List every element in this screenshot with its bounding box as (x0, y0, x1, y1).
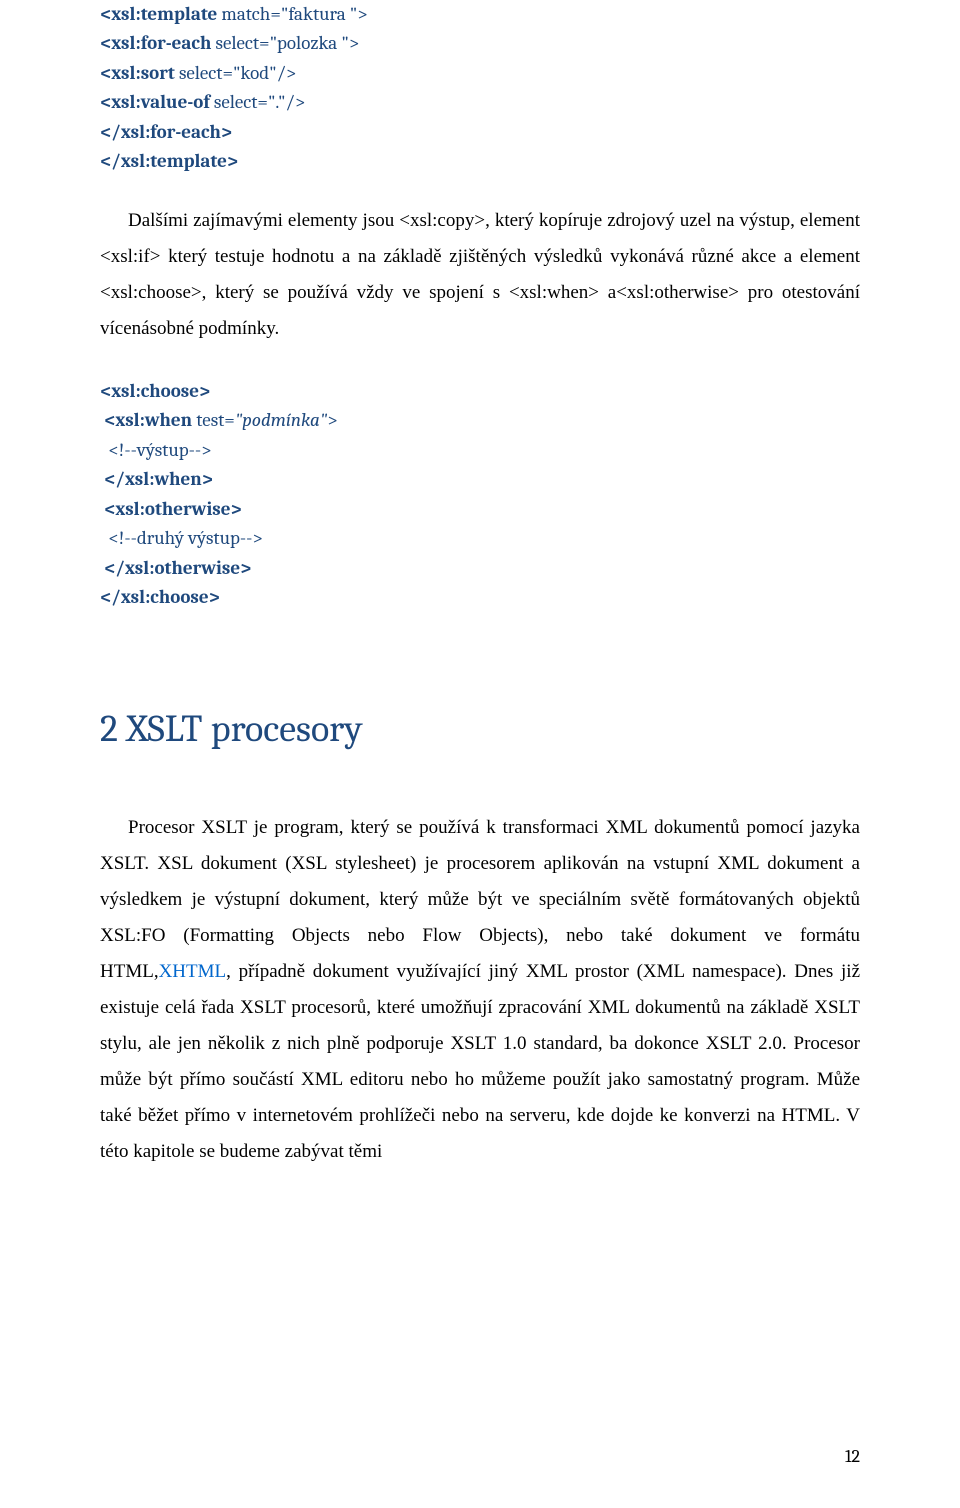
code-tag: <xsl:otherwise> (100, 498, 242, 520)
section-heading: 2 XSLT procesory (100, 701, 860, 758)
code-tag: </xsl:template> (100, 150, 238, 172)
code-attr: select="polozka "> (211, 32, 359, 54)
code-block-2: <xsl:choose> <xsl:when test="podmínka"> … (100, 377, 860, 613)
page-number: 12 (845, 1443, 860, 1470)
code-attr: select="."/> (210, 91, 306, 113)
code-attr: select="kod"/> (175, 62, 297, 84)
code-attr: test= (192, 409, 235, 431)
code-tag: <xsl:when (100, 409, 192, 431)
code-comment: <!--výstup--> (100, 439, 212, 461)
code-tag: </xsl:otherwise> (100, 557, 251, 579)
code-attr: match="faktura "> (217, 3, 368, 25)
code-end: > (327, 409, 338, 431)
code-block-1: <xsl:template match="faktura "> <xsl:for… (100, 0, 860, 177)
paragraph-1: Dalšími zajímavými elementy jsou <xsl:co… (100, 203, 860, 347)
para-text-b: , případně dokument využívající jiný XML… (100, 961, 860, 1162)
code-tag: <xsl:choose> (100, 380, 210, 402)
code-comment: <!--druhý výstup--> (100, 527, 263, 549)
code-tag: <xsl:template (100, 3, 217, 25)
code-tag: <xsl:value-of (100, 91, 210, 113)
paragraph-2: Procesor XSLT je program, který se použí… (100, 810, 860, 1171)
code-tag: </xsl:choose> (100, 586, 220, 608)
code-tag: </xsl:when> (100, 468, 213, 490)
code-tag: <xsl:sort (100, 62, 175, 84)
para-text-a: Procesor XSLT je program, který se použí… (100, 817, 860, 982)
link-xhtml[interactable]: XHTML (159, 961, 227, 982)
code-value: "podmínka" (235, 409, 327, 431)
document-page: <xsl:template match="faktura "> <xsl:for… (0, 0, 960, 1508)
code-tag: <xsl:for-each (100, 32, 211, 54)
code-tag: </xsl:for-each> (100, 121, 232, 143)
